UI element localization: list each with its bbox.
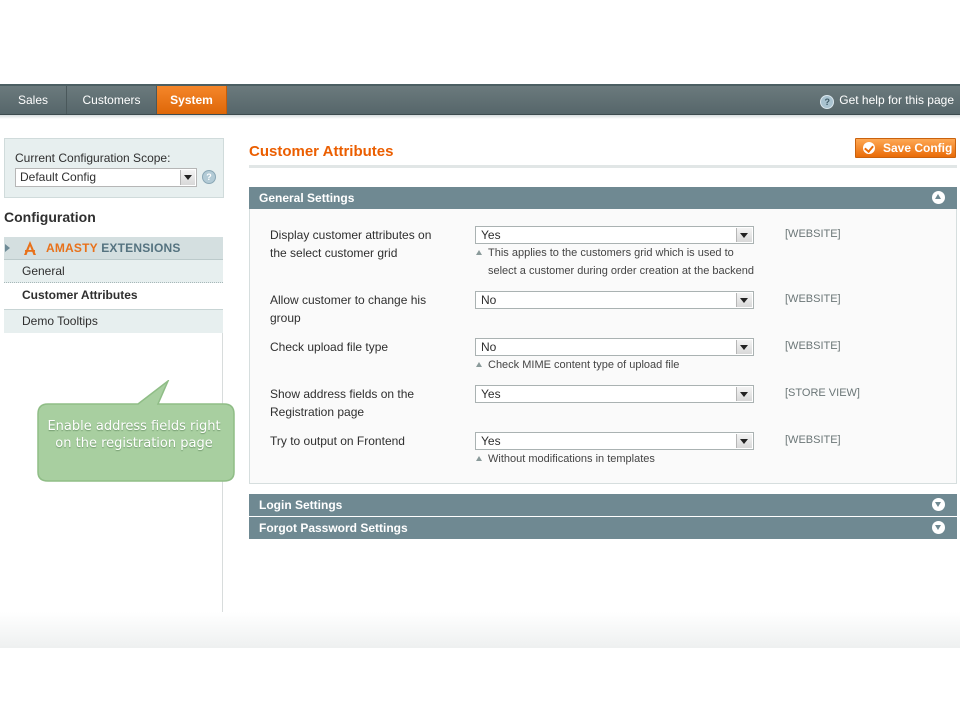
- expand-icon[interactable]: [932, 498, 945, 511]
- section-general-settings[interactable]: General Settings: [249, 187, 957, 209]
- sidebar-item-customer-attributes[interactable]: Customer Attributes: [4, 284, 223, 307]
- sidebar-item-demo-tooltips[interactable]: Demo Tooltips: [4, 309, 223, 333]
- field-label: Try to output on Frontend: [270, 434, 405, 448]
- amasty-logo-icon: [24, 241, 36, 255]
- select-value: No: [481, 293, 497, 307]
- select-value: Yes: [481, 228, 501, 242]
- field-note: Without modifications in templates: [476, 450, 766, 468]
- chevron-down-icon[interactable]: [736, 340, 752, 354]
- section-title: Login Settings: [259, 498, 343, 512]
- nav-item-sales[interactable]: Sales: [0, 86, 67, 114]
- scope-tag: [WEBSITE]: [785, 340, 841, 352]
- chevron-down-icon[interactable]: [180, 170, 195, 185]
- section-forgot-password-settings[interactable]: Forgot Password Settings: [249, 517, 957, 539]
- section-login-settings[interactable]: Login Settings: [249, 494, 957, 516]
- note-line: Check MIME content type of upload file: [488, 359, 680, 371]
- scope-switcher: Current Configuration Scope: Default Con…: [4, 138, 224, 198]
- scope-tag: [STORE VIEW]: [785, 387, 860, 399]
- scope-tag: [WEBSITE]: [785, 293, 841, 305]
- expand-icon[interactable]: [932, 521, 945, 534]
- chevron-down-icon[interactable]: [736, 293, 752, 307]
- field-label: Allow customer to change his group: [270, 293, 427, 325]
- field-label: Show address fields on the Registration …: [270, 387, 415, 419]
- scope-tag: [WEBSITE]: [785, 228, 841, 240]
- note-line: This applies to the customers grid which…: [488, 247, 734, 259]
- section-title: Forgot Password Settings: [259, 521, 408, 535]
- save-config-button[interactable]: Save Config: [855, 138, 956, 158]
- select-check-upload-type[interactable]: No: [475, 338, 754, 356]
- collapse-icon[interactable]: [932, 191, 945, 204]
- sidebar-group-amasty[interactable]: AMASTY EXTENSIONS: [4, 237, 223, 260]
- help-link-label: Get help for this page: [839, 93, 954, 107]
- chevron-down-icon[interactable]: [736, 434, 752, 448]
- callout-text: Enable address fields right on the regis…: [47, 419, 221, 451]
- main-nav-bar: Sales Customers System ? Get help for thi…: [0, 86, 960, 115]
- nav-item-system[interactable]: System: [157, 86, 227, 114]
- field-label: Check upload file type: [270, 340, 389, 354]
- scope-select[interactable]: Default Config: [15, 168, 197, 187]
- footer-band: [0, 612, 960, 648]
- scope-help-icon[interactable]: ?: [202, 170, 216, 184]
- page-title: Customer Attributes: [249, 143, 394, 160]
- note-triangle-icon: [476, 250, 482, 255]
- nav-item-customers[interactable]: Customers: [67, 86, 157, 114]
- checkmark-icon: [863, 142, 875, 154]
- config-title: Configuration: [4, 209, 96, 225]
- title-divider: [249, 165, 957, 168]
- select-display-attributes-grid[interactable]: Yes: [475, 226, 754, 244]
- help-icon: ?: [820, 95, 835, 109]
- save-config-label: Save Config: [883, 141, 953, 155]
- sidebar-item-general[interactable]: General: [4, 260, 223, 283]
- field-label: Display customer attributes on the selec…: [270, 228, 432, 260]
- section-title: General Settings: [259, 191, 355, 205]
- expand-arrow-icon: [5, 244, 10, 252]
- sidebar-group-label: AMASTY EXTENSIONS: [46, 241, 181, 255]
- field-note: Check MIME content type of upload file: [476, 356, 766, 374]
- select-show-address-fields[interactable]: Yes: [475, 385, 754, 403]
- note-line: select a customer during order creation …: [488, 265, 754, 277]
- scope-select-value: Default Config: [20, 170, 97, 184]
- field-note: This applies to the customers grid which…: [476, 244, 766, 280]
- note-line: Without modifications in templates: [488, 453, 655, 465]
- chevron-down-icon[interactable]: [736, 228, 752, 242]
- help-link[interactable]: ? Get help for this page: [820, 86, 954, 114]
- select-value: No: [481, 340, 497, 354]
- note-triangle-icon: [476, 362, 482, 367]
- nav-shadow: [0, 115, 960, 119]
- select-value: Yes: [481, 434, 501, 448]
- note-triangle-icon: [476, 456, 482, 461]
- extensions-text: EXTENSIONS: [101, 241, 181, 255]
- select-output-frontend[interactable]: Yes: [475, 432, 754, 450]
- select-value: Yes: [481, 387, 501, 401]
- select-allow-change-group[interactable]: No: [475, 291, 754, 309]
- chevron-down-icon[interactable]: [736, 387, 752, 401]
- scope-tag: [WEBSITE]: [785, 434, 841, 446]
- amasty-brand-text: AMASTY: [46, 241, 98, 255]
- scope-label: Current Configuration Scope:: [15, 151, 171, 165]
